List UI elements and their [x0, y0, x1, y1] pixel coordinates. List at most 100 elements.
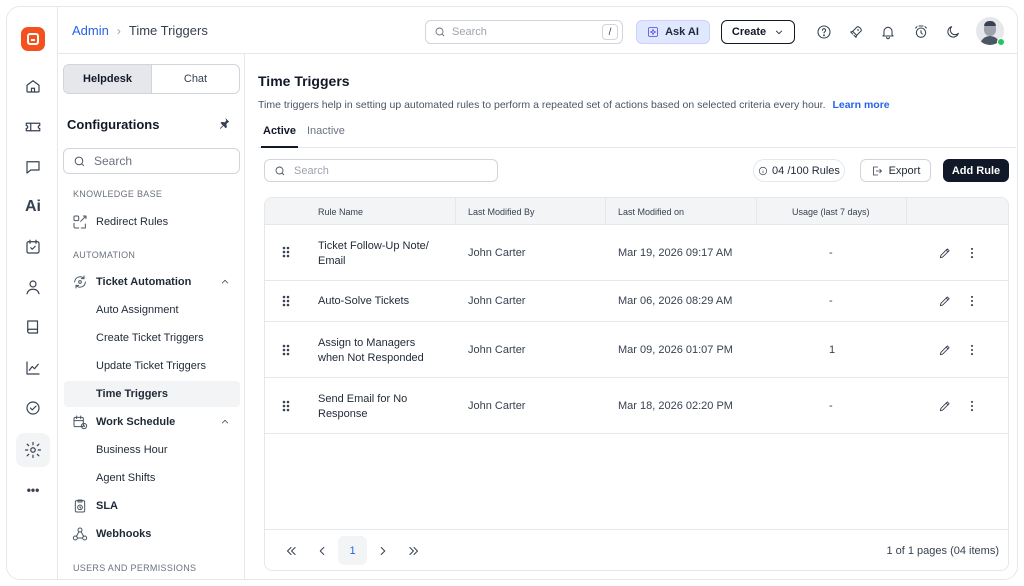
- chevron-up-icon: [220, 277, 230, 287]
- add-rule-button[interactable]: Add Rule: [943, 159, 1009, 182]
- nav-update-ticket-triggers[interactable]: Update Ticket Triggers: [64, 353, 240, 379]
- edit-icon[interactable]: [938, 246, 952, 260]
- config-search-input[interactable]: Search: [63, 148, 240, 174]
- ticket-icon[interactable]: [16, 110, 50, 144]
- export-label: Export: [888, 164, 921, 177]
- table-row[interactable]: Ticket Follow-Up Note/Email John Carter …: [265, 225, 1008, 281]
- drag-handle-icon[interactable]: [282, 400, 290, 412]
- nav-time-triggers[interactable]: Time Triggers: [64, 381, 240, 407]
- nav-webhooks[interactable]: Webhooks: [64, 521, 240, 547]
- column-rule-name[interactable]: Rule Name: [318, 207, 363, 217]
- book-icon[interactable]: [16, 310, 50, 344]
- home-icon[interactable]: [16, 69, 50, 103]
- table-row[interactable]: Auto-Solve Tickets John Carter Mar 06, 2…: [265, 281, 1008, 322]
- more-vertical-icon[interactable]: [965, 294, 979, 308]
- tab-inactive[interactable]: Inactive: [307, 125, 345, 148]
- column-modified-by[interactable]: Last Modified By: [468, 207, 535, 217]
- column-modified-on[interactable]: Last Modified on: [618, 207, 684, 217]
- nav-label: Webhooks: [96, 528, 152, 540]
- rule-name: Auto-Solve Tickets: [318, 295, 410, 307]
- moon-icon[interactable]: [945, 24, 961, 40]
- next-page-icon[interactable]: [376, 544, 390, 558]
- ai-label: Ai: [25, 198, 41, 215]
- more-icon[interactable]: •••: [16, 473, 50, 507]
- export-icon: [872, 166, 882, 175]
- rule-count-text: 04 /100 Rules: [772, 164, 840, 177]
- rule-name: Assign to Managers when Not Responded: [318, 336, 424, 366]
- more-vertical-icon[interactable]: [965, 399, 979, 413]
- webhook-icon: [72, 526, 88, 542]
- drag-handle-icon[interactable]: [282, 295, 290, 307]
- page-number-current[interactable]: 1: [338, 536, 367, 565]
- calendar-clock-icon: [72, 414, 88, 430]
- global-search-placeholder: Search: [452, 26, 487, 38]
- more-label: •••: [26, 483, 40, 497]
- ai-icon[interactable]: Ai: [16, 190, 50, 224]
- modified-on: Mar 06, 2026 08:29 AM: [618, 295, 733, 307]
- nav-create-ticket-triggers[interactable]: Create Ticket Triggers: [64, 325, 240, 351]
- learn-more-link[interactable]: Learn more: [832, 99, 889, 111]
- first-page-icon[interactable]: [284, 544, 298, 558]
- sparkle-icon: [648, 27, 658, 37]
- table-row[interactable]: Send Email for No Response John Carter Ma…: [265, 378, 1008, 434]
- toggle-helpdesk[interactable]: Helpdesk: [64, 65, 152, 93]
- rule-name-line: Assign to Managers: [318, 337, 416, 349]
- rule-name-line: when Not Responded: [318, 352, 424, 364]
- chat-icon[interactable]: [16, 150, 50, 184]
- chart-icon[interactable]: [16, 351, 50, 385]
- usage-value: -: [829, 400, 833, 412]
- more-vertical-icon[interactable]: [965, 246, 979, 260]
- nav-redirect-rules[interactable]: Redirect Rules: [64, 209, 240, 235]
- search-icon: [435, 27, 445, 37]
- prev-page-icon[interactable]: [315, 544, 329, 558]
- drag-handle-icon[interactable]: [282, 246, 290, 258]
- nav-business-hour[interactable]: Business Hour: [64, 437, 240, 463]
- rule-name: Send Email for No Response: [318, 392, 407, 422]
- nav-work-schedule[interactable]: Work Schedule: [64, 409, 240, 435]
- nav-ticket-automation[interactable]: Ticket Automation: [64, 269, 240, 295]
- section-users-permissions: USERS AND PERMISSIONS: [73, 563, 197, 573]
- edit-icon[interactable]: [938, 399, 952, 413]
- bell-icon[interactable]: [880, 24, 896, 40]
- user-icon[interactable]: [16, 270, 50, 304]
- timer-icon[interactable]: [913, 24, 929, 40]
- modified-on: Mar 09, 2026 01:07 PM: [618, 344, 733, 356]
- page-title: Time Triggers: [258, 73, 350, 89]
- nav-sla[interactable]: SLA: [64, 493, 240, 519]
- last-page-icon[interactable]: [407, 544, 421, 558]
- edit-icon[interactable]: [938, 294, 952, 308]
- automation-icon: [72, 274, 88, 290]
- column-usage[interactable]: Usage (last 7 days): [792, 207, 870, 217]
- toggle-chat[interactable]: Chat: [152, 65, 239, 93]
- help-icon[interactable]: [816, 24, 832, 40]
- settings-icon[interactable]: [16, 433, 50, 467]
- modified-on: Mar 19, 2026 09:17 AM: [618, 247, 733, 259]
- config-title: Configurations: [67, 117, 160, 132]
- column-divider: [906, 198, 907, 225]
- section-knowledge-base: KNOWLEDGE BASE: [73, 189, 163, 199]
- pin-icon[interactable]: [217, 116, 231, 130]
- ask-ai-label: Ask AI: [665, 26, 699, 38]
- global-search-input[interactable]: Search /: [425, 20, 623, 44]
- rocket-icon[interactable]: [848, 24, 864, 40]
- breadcrumb-admin-link[interactable]: Admin: [72, 23, 109, 38]
- more-vertical-icon[interactable]: [965, 343, 979, 357]
- chevron-down-icon: [775, 30, 783, 35]
- drag-handle-icon[interactable]: [282, 344, 290, 356]
- online-status-dot: [997, 38, 1005, 46]
- nav-agent-shifts[interactable]: Agent Shifts: [64, 465, 240, 491]
- nav-auto-assignment[interactable]: Auto Assignment: [64, 297, 240, 323]
- ask-ai-button[interactable]: Ask AI: [636, 20, 710, 44]
- info-icon: [758, 166, 768, 175]
- modified-by: John Carter: [468, 295, 526, 307]
- tab-active[interactable]: Active: [261, 125, 299, 148]
- rules-search-input[interactable]: Search: [264, 159, 498, 182]
- edit-icon[interactable]: [938, 343, 952, 357]
- create-button[interactable]: Create: [721, 20, 795, 44]
- chevron-right-icon: ›: [116, 23, 121, 38]
- calendar-check-icon[interactable]: [16, 230, 50, 264]
- check-circle-icon[interactable]: [16, 391, 50, 425]
- app-logo[interactable]: [21, 27, 45, 51]
- export-button[interactable]: Export: [860, 159, 931, 182]
- table-row[interactable]: Assign to Managers when Not Responded Joh…: [265, 322, 1008, 378]
